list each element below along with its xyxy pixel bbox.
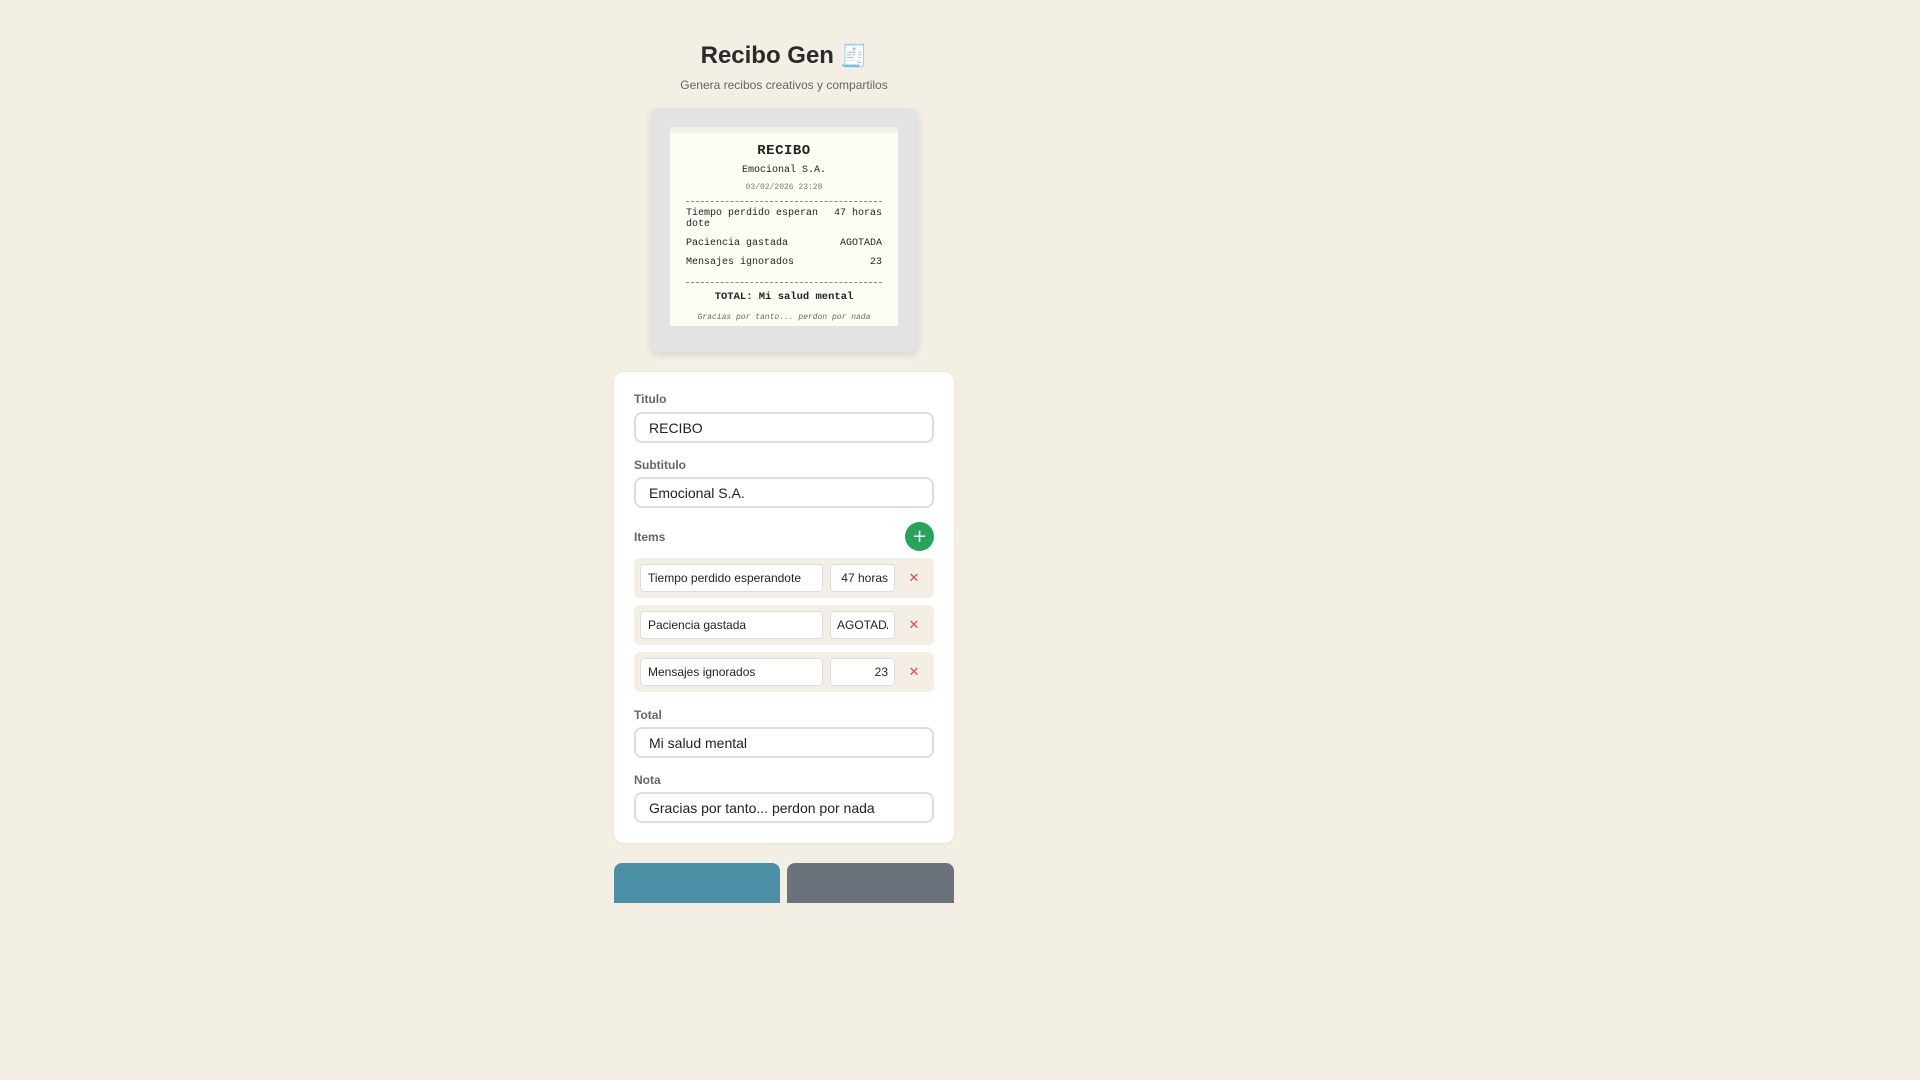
receipt-item: Tiempo perdido esperandote 47 horas bbox=[686, 208, 882, 230]
receipt-paper: RECIBO Emocional S.A. 03/02/2026 23:28 T… bbox=[670, 127, 898, 326]
receipt-preview: RECIBO Emocional S.A. 03/02/2026 23:28 T… bbox=[651, 108, 918, 352]
total-field[interactable] bbox=[634, 727, 934, 758]
receipt-item-name: Paciencia gastada bbox=[686, 238, 789, 249]
subtitle-label: Subtitulo bbox=[634, 458, 686, 472]
delete-item-button[interactable]: ✕ bbox=[902, 662, 926, 682]
receipt-date: 03/02/2026 23:28 bbox=[745, 183, 823, 192]
page-header: Recibo Gen 🧾 Genera recibos creativos y c… bbox=[0, 40, 1568, 92]
item-value-input[interactable] bbox=[830, 564, 895, 592]
item-name-input[interactable] bbox=[640, 564, 823, 592]
receipt-total: TOTAL: Mi salud mental bbox=[714, 291, 854, 303]
receipt-item: Paciencia gastada AGOTADA bbox=[686, 238, 882, 249]
receipt-items: Tiempo perdido esperandote 47 horas Paci… bbox=[670, 208, 898, 268]
item-row: ✕ bbox=[634, 605, 934, 645]
receipt-divider bbox=[686, 201, 882, 202]
receipt-item-value: 23 bbox=[869, 257, 882, 268]
receipt-item-value: 47 horas bbox=[833, 208, 882, 219]
item-value-input[interactable] bbox=[830, 658, 895, 686]
receipt-item-value: AGOTADA bbox=[839, 238, 882, 249]
receipt-title: RECIBO bbox=[757, 143, 811, 159]
receipt-form: Titulo Subtitulo Items + ✕ ✕ ✕ Total Not… bbox=[614, 372, 954, 843]
receipt-item: Mensajes ignorados 23 bbox=[686, 257, 882, 268]
item-value-input[interactable] bbox=[830, 611, 895, 639]
receipt-item-name: Mensajes ignorados bbox=[686, 257, 795, 268]
items-label: Items bbox=[634, 530, 666, 544]
delete-item-button[interactable]: ✕ bbox=[902, 615, 926, 635]
page-title: Recibo Gen 🧾 bbox=[0, 40, 1568, 72]
delete-item-button[interactable]: ✕ bbox=[902, 568, 926, 588]
item-name-input[interactable] bbox=[640, 658, 823, 686]
item-row: ✕ bbox=[634, 652, 934, 692]
item-row: ✕ bbox=[634, 558, 934, 598]
note-field[interactable] bbox=[634, 792, 934, 823]
title-label: Titulo bbox=[634, 392, 667, 406]
page-title-text: Recibo Gen bbox=[700, 42, 834, 69]
download-button[interactable] bbox=[614, 863, 780, 903]
share-button[interactable] bbox=[787, 863, 954, 903]
receipt-icon: 🧾 bbox=[839, 43, 868, 68]
item-name-input[interactable] bbox=[640, 611, 823, 639]
receipt-note: Gracias por tanto... perdon por nada bbox=[697, 313, 871, 322]
receipt-item-name: Tiempo perdido esperandote bbox=[686, 208, 819, 230]
receipt-divider bbox=[686, 282, 882, 283]
subtitle-field[interactable] bbox=[634, 477, 934, 508]
title-field[interactable] bbox=[634, 412, 934, 443]
total-label: Total bbox=[634, 708, 662, 722]
note-label: Nota bbox=[634, 773, 661, 787]
add-item-button[interactable]: + bbox=[905, 522, 934, 551]
receipt-subtitle: Emocional S.A. bbox=[741, 165, 826, 176]
page-subtitle: Genera recibos creativos y compartilos bbox=[680, 78, 888, 92]
